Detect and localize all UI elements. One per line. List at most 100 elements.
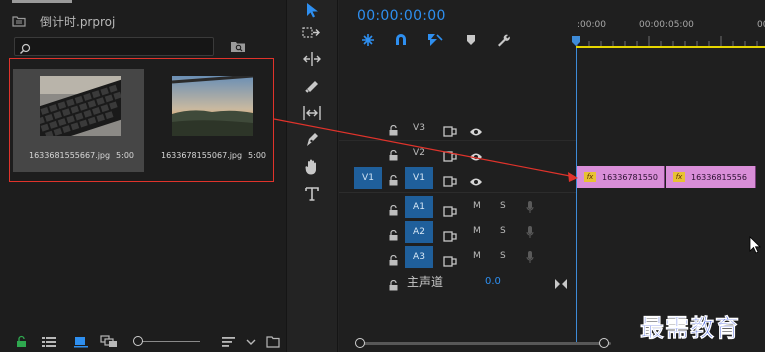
solo-button[interactable]: S — [500, 226, 506, 236]
track-a3: A3 M S — [339, 245, 765, 269]
media-item-sunset[interactable]: 1633678155067.jpg 5:00 — [145, 69, 276, 172]
timeline-panel: 00:00:00:00 :00:00 00:00:05:00 00:00:1 V… — [339, 0, 765, 352]
ripple-edit-tool[interactable] — [300, 47, 324, 71]
media-item-duration: 5:00 — [116, 151, 134, 160]
media-item-name: 1633678155067.jpg — [161, 151, 243, 160]
eye-icon[interactable] — [469, 172, 483, 191]
lock-icon[interactable] — [389, 121, 398, 140]
clip-name: 16336815556 — [691, 172, 747, 182]
solo-button[interactable]: S — [500, 201, 506, 211]
microphone-icon[interactable] — [526, 249, 534, 268]
lock-icon[interactable] — [16, 333, 27, 352]
track-target-v3[interactable]: V3 — [405, 117, 433, 139]
chevron-down-icon[interactable] — [246, 333, 256, 352]
playhead-line[interactable] — [576, 48, 577, 344]
microphone-icon[interactable] — [526, 224, 534, 243]
mute-button[interactable]: M — [473, 251, 481, 261]
source-patch-v1[interactable]: V1 — [354, 167, 382, 189]
sync-lock-icon[interactable] — [443, 202, 457, 221]
sync-lock-icon[interactable] — [443, 172, 457, 191]
sort-icon[interactable] — [222, 333, 236, 352]
list-view-icon[interactable] — [42, 333, 56, 352]
mouse-cursor-icon — [749, 236, 761, 258]
scrollbar-start-handle[interactable] — [355, 338, 365, 348]
find-bin-button[interactable] — [230, 38, 246, 57]
timecode-display[interactable]: 00:00:00:00 — [357, 8, 446, 24]
add-marker-icon[interactable] — [466, 32, 476, 51]
eye-icon[interactable] — [469, 122, 483, 141]
track-target-a3[interactable]: A3 — [405, 246, 433, 268]
clip-name: 16336781550 — [602, 172, 658, 182]
master-track: 主声道 0.0 — [339, 271, 576, 291]
ruler-label: :00:00 — [577, 20, 606, 30]
track-target-a2[interactable]: A2 — [405, 221, 433, 243]
media-item-duration: 5:00 — [248, 151, 266, 160]
microphone-icon[interactable] — [526, 199, 534, 218]
project-title: 倒计时.prproj — [40, 15, 116, 29]
lock-icon[interactable] — [389, 171, 398, 190]
go-to-in-out-icon[interactable] — [555, 274, 567, 293]
wrench-icon[interactable] — [496, 32, 510, 51]
track-target-a1[interactable]: A1 — [405, 196, 433, 218]
lock-icon[interactable] — [389, 146, 398, 165]
thumbnail-keyboard — [40, 76, 121, 136]
thumbnail-sunset — [172, 76, 253, 136]
track-divider — [339, 192, 576, 193]
icon-view-icon[interactable] — [74, 333, 88, 352]
new-bin-icon[interactable] — [266, 333, 280, 352]
fx-badge: fx — [673, 172, 685, 182]
track-select-tool[interactable] — [300, 21, 324, 45]
track-a1: A1 M S — [339, 195, 765, 219]
sync-lock-icon[interactable] — [443, 147, 457, 166]
media-item-name: 1633681555667.jpg — [29, 151, 111, 160]
track-target-v2[interactable]: V2 — [405, 142, 433, 164]
zoom-slider-track[interactable] — [138, 341, 200, 342]
in-out-range-bar — [576, 46, 765, 48]
fx-badge: fx — [584, 172, 596, 182]
eye-icon[interactable] — [469, 147, 483, 166]
mute-button[interactable]: M — [473, 226, 481, 236]
bin-folder-icon — [12, 12, 26, 31]
selection-tool[interactable] — [300, 0, 324, 22]
project-tab-indicator[interactable] — [12, 0, 72, 3]
time-ruler[interactable]: :00:00 00:00:05:00 00:00:1 — [576, 0, 765, 48]
ruler-label: 00:00:05:00 — [639, 20, 694, 30]
razor-tool[interactable] — [300, 74, 324, 98]
track-a2: A2 M S — [339, 220, 765, 244]
clip-1[interactable]: fx 16336781550 — [577, 166, 665, 188]
sync-lock-icon[interactable] — [443, 252, 457, 271]
clip-2[interactable]: fx 16336815556 — [666, 166, 756, 188]
ruler-label: 00:00:1 — [757, 20, 765, 30]
lock-icon[interactable] — [389, 226, 398, 245]
freeform-view-icon[interactable] — [100, 333, 118, 352]
track-v2: V2 — [339, 141, 765, 165]
solo-button[interactable]: S — [500, 251, 506, 261]
lock-icon[interactable] — [389, 251, 398, 270]
master-volume-value[interactable]: 0.0 — [485, 276, 501, 287]
media-item-keyboard[interactable]: 1633681555667.jpg 5:00 — [13, 69, 144, 172]
nest-icon[interactable] — [361, 32, 375, 51]
track-target-v1[interactable]: V1 — [405, 167, 433, 189]
scrollbar-track[interactable] — [359, 342, 611, 345]
sync-lock-icon[interactable] — [443, 122, 457, 141]
pen-tool[interactable] — [300, 128, 324, 152]
linked-selection-icon[interactable] — [427, 32, 443, 51]
search-input[interactable] — [33, 39, 208, 54]
mute-button[interactable]: M — [473, 201, 481, 211]
scrollbar-end-handle[interactable] — [599, 338, 609, 348]
lock-icon[interactable] — [389, 276, 398, 295]
sync-lock-icon[interactable] — [443, 227, 457, 246]
hand-tool[interactable] — [300, 155, 324, 179]
project-search[interactable] — [14, 37, 214, 56]
slip-tool[interactable] — [300, 101, 324, 125]
type-tool[interactable] — [300, 182, 324, 206]
lock-icon[interactable] — [389, 201, 398, 220]
project-header: 倒计时.prproj — [12, 12, 115, 31]
snap-icon[interactable] — [394, 32, 408, 51]
watermark-logo: 最需教育 — [640, 313, 740, 343]
project-footer — [0, 330, 286, 352]
project-panel: 倒计时.prproj 1633681555667.jpg 5:00 163367… — [0, 0, 286, 352]
zoom-slider-handle[interactable] — [133, 336, 143, 346]
search-icon — [19, 40, 31, 59]
track-v3: V3 — [339, 116, 765, 140]
